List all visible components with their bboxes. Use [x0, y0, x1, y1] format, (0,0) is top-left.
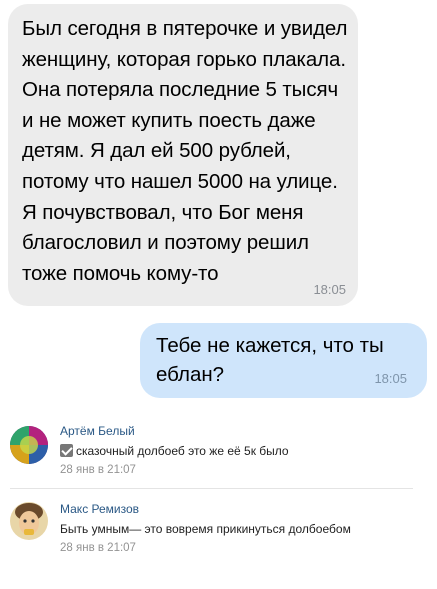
incoming-message-bubble[interactable]: Был сегодня в пятерочке и увидел женщину… — [8, 4, 358, 306]
comment-author-link[interactable]: Артём Белый — [60, 424, 135, 438]
comment-date[interactable]: 28 янв в 21:07 — [60, 542, 136, 554]
comment-divider — [10, 488, 413, 489]
comment-text-content: сказочный долбоеб это же её 5к было — [76, 444, 289, 458]
message-text: Был сегодня в пятерочке и увидел женщину… — [22, 17, 348, 285]
comment-text: сказочный долбоеб это же её 5к было — [60, 444, 289, 458]
avatar-colorful-icon[interactable] — [10, 426, 48, 464]
comment-item: Артём Белый сказочный долбоеб это же её … — [0, 418, 437, 488]
avatar-face-icon[interactable] — [10, 502, 48, 540]
comment-author-link[interactable]: Макс Ремизов — [60, 502, 139, 516]
outgoing-message-bubble[interactable]: Тебе не кажется, что ты еблан? 18:05 — [140, 323, 427, 398]
comment-item: Макс Ремизов Быть умным— это вовремя при… — [0, 496, 437, 566]
comment-date[interactable]: 28 янв в 21:07 — [60, 464, 136, 476]
check-emoji-icon — [60, 444, 73, 457]
comment-text: Быть умным— это вовремя прикинуться долб… — [60, 522, 351, 536]
message-time: 18:05 — [374, 371, 407, 386]
message-time: 18:05 — [313, 282, 346, 297]
